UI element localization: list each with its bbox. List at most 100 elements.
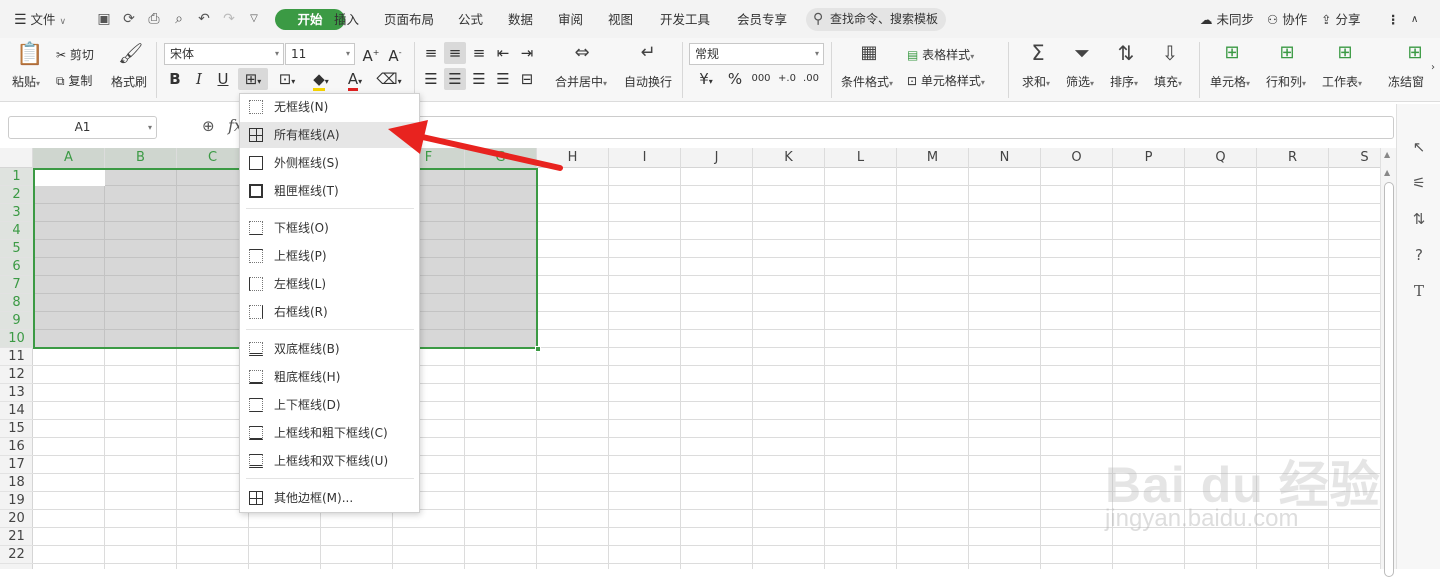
merge-center-icon[interactable]: ⇔ <box>570 44 594 62</box>
align-top-icon[interactable]: ≡ <box>420 42 442 64</box>
format-cells-icon[interactable]: ⊡▾ <box>272 68 302 90</box>
row-header-13[interactable]: 13 <box>0 384 33 402</box>
wrap-text-button[interactable]: 自动换行 <box>624 73 672 90</box>
tab-insert[interactable]: 插入 <box>334 9 359 30</box>
align-left-icon[interactable]: ☰ <box>420 68 442 90</box>
format-painter-button[interactable]: 格式刷 <box>111 73 147 90</box>
menu-item-top-border[interactable]: 上框线(P) <box>240 243 419 269</box>
pointer-icon[interactable]: ↖ <box>1409 138 1429 158</box>
row-header-4[interactable]: 4 <box>0 222 33 240</box>
filter-button[interactable]: 筛选▾ <box>1066 73 1094 90</box>
increase-indent-icon[interactable]: ⇥ <box>516 42 538 64</box>
menu-item-top-double-bottom-border[interactable]: 上框线和双下框线(U) <box>240 448 419 474</box>
tab-data[interactable]: 数据 <box>508 9 533 30</box>
distributed-icon[interactable]: ⊟ <box>516 68 538 90</box>
row-header-20[interactable]: 20 <box>0 510 33 528</box>
column-header-k[interactable]: K <box>753 148 825 168</box>
paste-icon[interactable]: 📋 <box>16 44 43 66</box>
column-header-r[interactable]: R <box>1257 148 1329 168</box>
increase-font-icon[interactable]: A+ <box>360 42 382 65</box>
decrease-indent-icon[interactable]: ⇤ <box>492 42 514 64</box>
column-header-q[interactable]: Q <box>1185 148 1257 168</box>
row-col-icon[interactable]: ⊞ <box>1276 44 1298 62</box>
file-menu[interactable]: ☰ 文件 ∨ <box>14 9 66 30</box>
tab-view[interactable]: 视图 <box>608 9 633 30</box>
undo-icon[interactable]: ↶ <box>195 10 213 28</box>
row-header-9[interactable]: 9 <box>0 312 33 330</box>
merge-center-button[interactable]: 合并居中▾ <box>555 73 607 90</box>
paste-button[interactable]: 粘贴▾ <box>12 73 40 90</box>
font-name-select[interactable]: 宋体 ▾ <box>164 43 284 65</box>
row-header-18[interactable]: 18 <box>0 474 33 492</box>
print-icon[interactable]: ⎙ <box>145 10 163 28</box>
row-header-22[interactable]: 22 <box>0 546 33 564</box>
clear-format-icon[interactable]: ⌫▾ <box>374 68 404 90</box>
copy-button[interactable]: ⧉ 复制 <box>56 72 92 89</box>
column-header-i[interactable]: I <box>609 148 681 168</box>
menu-item-double-bottom-border[interactable]: 双底框线(B) <box>240 336 419 362</box>
fill-handle[interactable] <box>535 346 541 352</box>
column-header-n[interactable]: N <box>969 148 1041 168</box>
column-header-a[interactable]: A <box>33 148 105 168</box>
vertical-scrollbar[interactable]: ▲ ▲ <box>1380 148 1396 577</box>
tab-review[interactable]: 审阅 <box>558 9 583 30</box>
decrease-font-icon[interactable]: A- <box>384 42 406 65</box>
help-icon[interactable]: ? <box>1409 246 1429 266</box>
menu-item-top-thick-bottom-border[interactable]: 上框线和粗下框线(C) <box>240 420 419 446</box>
row-header-10[interactable]: 10 <box>0 330 33 348</box>
justify-icon[interactable]: ☰ <box>492 68 514 90</box>
row-header-14[interactable]: 14 <box>0 402 33 420</box>
collapse-ribbon-icon[interactable]: ∧ <box>1411 9 1418 30</box>
menu-item-left-border[interactable]: 左框线(L) <box>240 271 419 297</box>
row-header-6[interactable]: 6 <box>0 258 33 276</box>
align-center-icon[interactable]: ☰ <box>444 68 466 90</box>
increase-decimal-icon[interactable]: +.0 <box>776 68 798 90</box>
menu-item-top-bottom-border[interactable]: 上下框线(D) <box>240 392 419 418</box>
select-all-corner[interactable] <box>0 148 33 168</box>
save-cloud-icon[interactable]: ⟳ <box>120 10 138 28</box>
wrap-text-icon[interactable]: ↵ <box>636 44 660 62</box>
bold-icon[interactable]: B <box>164 68 186 90</box>
column-header-o[interactable]: O <box>1041 148 1113 168</box>
text-icon[interactable]: T <box>1409 282 1429 302</box>
transform-icon[interactable]: ⇅ <box>1409 210 1429 230</box>
menu-item-right-border[interactable]: 右框线(R) <box>240 299 419 325</box>
properties-icon[interactable]: ⚟ <box>1409 174 1429 194</box>
table-style-button[interactable]: ▤ 表格样式▾ <box>907 46 974 63</box>
align-bottom-icon[interactable]: ≡ <box>468 42 490 64</box>
column-header-b[interactable]: B <box>105 148 177 168</box>
menu-item-no-border[interactable]: 无框线(N) <box>240 94 419 120</box>
tab-formulas[interactable]: 公式 <box>458 9 483 30</box>
row-header-7[interactable]: 7 <box>0 276 33 294</box>
row-header-19[interactable]: 19 <box>0 492 33 510</box>
conditional-format-icon[interactable]: ▦ <box>857 44 881 62</box>
ribbon-scroll-right-icon[interactable]: › <box>1428 63 1438 73</box>
fill-button[interactable]: 填充▾ <box>1154 73 1182 90</box>
zoom-icon[interactable]: ⊕ <box>202 117 215 135</box>
sync-status[interactable]: ☁ 未同步 <box>1200 9 1254 30</box>
cell-icon[interactable]: ⊞ <box>1221 44 1243 62</box>
name-box[interactable]: A1 ▾ <box>8 116 157 139</box>
decrease-decimal-icon[interactable]: .00 <box>800 68 822 90</box>
save-icon[interactable]: ▣ <box>95 10 113 28</box>
menu-item-bottom-border[interactable]: 下框线(O) <box>240 215 419 241</box>
number-format-select[interactable]: 常规 ▾ <box>689 43 824 65</box>
tab-page-layout[interactable]: 页面布局 <box>384 9 434 30</box>
quick-access-more-icon[interactable]: ▽ <box>245 10 263 28</box>
scroll-thumb[interactable] <box>1384 182 1394 577</box>
font-size-select[interactable]: 11 ▾ <box>285 43 355 65</box>
underline-icon[interactable]: U <box>212 68 234 90</box>
fill-icon[interactable]: ⇩ <box>1159 43 1181 63</box>
print-preview-icon[interactable]: ⌕ <box>170 10 188 28</box>
column-header-m[interactable]: M <box>897 148 969 168</box>
worksheet-button[interactable]: 工作表▾ <box>1322 73 1362 90</box>
menu-item-thick-box-border[interactable]: 粗匣框线(T) <box>240 178 419 204</box>
italic-icon[interactable]: I <box>188 68 210 90</box>
command-search[interactable]: ⚲ 查找命令、搜索模板 <box>806 8 946 31</box>
currency-icon[interactable]: ¥▾ <box>692 68 720 90</box>
row-header-5[interactable]: 5 <box>0 240 33 258</box>
percent-icon[interactable]: % <box>724 68 746 90</box>
fill-color-icon[interactable]: ◆▾ <box>306 68 336 91</box>
column-header-l[interactable]: L <box>825 148 897 168</box>
tab-member[interactable]: 会员专享 <box>737 9 787 30</box>
